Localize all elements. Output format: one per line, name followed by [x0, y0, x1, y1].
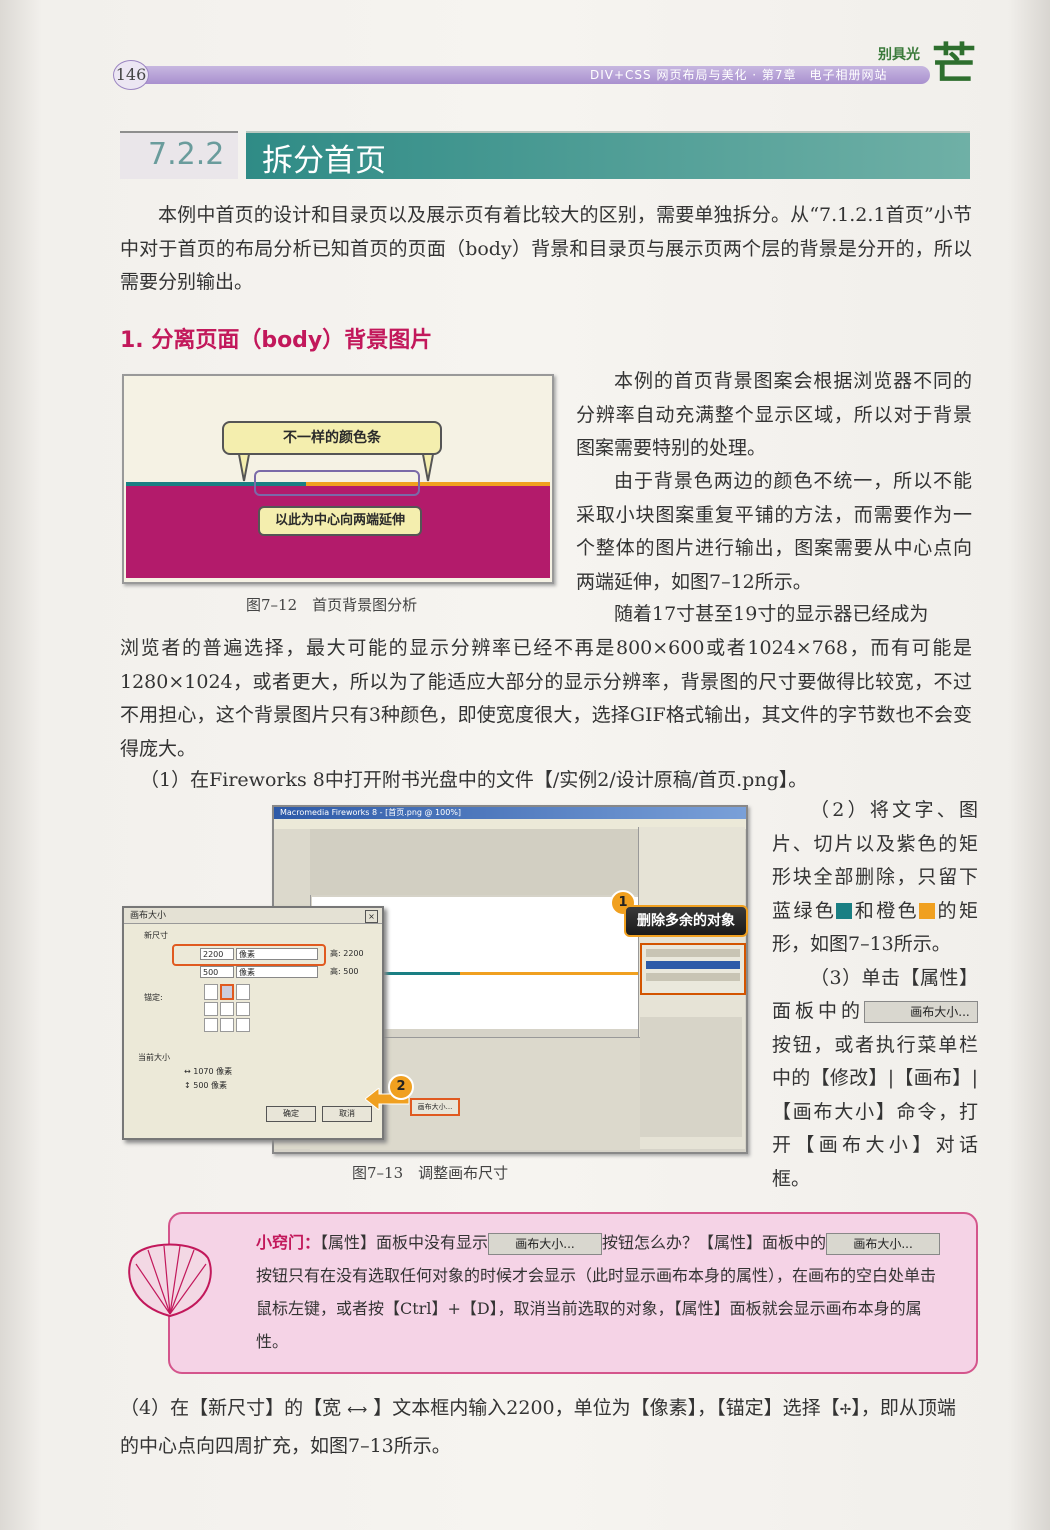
- canvas-size-button-small[interactable]: 画布大小...: [410, 1098, 460, 1116]
- canvas-size-button[interactable]: 画布大小...: [864, 1001, 978, 1023]
- current-width: ↔ 1070 像素: [184, 1067, 233, 1076]
- anchor-grid[interactable]: [204, 984, 252, 1032]
- step-2: （2）将文字、图片、切片以及紫色的矩形块全部删除，只留下蓝绿色 和橙色 的矩形，如图…: [772, 799, 978, 955]
- section-title: 拆分首页: [262, 143, 386, 179]
- canvas-orange-line: [460, 972, 640, 975]
- page-number: 146: [113, 60, 149, 90]
- close-icon[interactable]: ×: [365, 910, 378, 923]
- current-height: ↕ 500 像素: [184, 1081, 228, 1090]
- orange-swatch: [919, 902, 936, 919]
- tip-text: 小窍门：【属性】面板中没有显示 画布大小... 按钮怎么办？【属性】面板中的 画布大小…: [256, 1226, 946, 1358]
- brand-small-text: 别具光: [878, 47, 920, 63]
- layers-highlight: [640, 943, 746, 995]
- brand-big-text: 芒: [932, 39, 976, 90]
- document-area: [310, 829, 638, 895]
- width-unit-select[interactable]: 像素: [236, 948, 318, 960]
- section-number: 7.2.2: [148, 137, 225, 172]
- height-readout: 高: 2200: [330, 949, 364, 958]
- height-input[interactable]: 500: [200, 966, 234, 978]
- height-readout-2: 高: 500: [330, 967, 359, 976]
- right-paragraph-2: 由于背景色两边的颜色不统一，所以不能采取小块图案重复平铺的方法，而需要作为一个整…: [576, 470, 972, 593]
- new-size-label: 新尺寸: [144, 931, 168, 940]
- dialog-title: 画布大小: [124, 908, 382, 924]
- step-4: （4）在【新尺寸】的【宽 ⟷ 】文本框内输入2200，单位为【像素】，【锚定】选…: [120, 1390, 974, 1464]
- canvas-size-dialog: 画布大小 × 新尺寸 2200 像素 高: 2200 500 像素 高: 500…: [122, 906, 384, 1140]
- section-heading: 7.2.2 拆分首页: [120, 131, 970, 179]
- callout-2-badge: 2: [388, 1074, 414, 1100]
- width-input[interactable]: 2200: [200, 948, 234, 960]
- callout-delete-objects: 删除多余的对象: [624, 905, 748, 937]
- right-paragraph-3: 随着17寸甚至19寸的显示器已经成为: [614, 603, 929, 625]
- figure-12-caption: 图7–12 首页背景图分析: [246, 596, 418, 614]
- side-panels: [640, 1017, 742, 1137]
- teal-swatch: [836, 902, 853, 919]
- running-title: DIV+CSS 网页布局与美化 · 第7章 电子相册网站: [590, 68, 888, 82]
- figure-13-caption: 图7–13 调整画布尺寸: [352, 1164, 509, 1182]
- book-page: 146 DIV+CSS 网页布局与美化 · 第7章 电子相册网站 别具光 芒 7…: [0, 0, 1050, 1530]
- double-arrow-icon: ⟷: [347, 1402, 368, 1418]
- seashell-icon: [128, 1243, 212, 1318]
- canvas-teal-line: [374, 972, 460, 975]
- tip-canvas-size-button-2[interactable]: 画布大小...: [826, 1232, 941, 1255]
- bubble-extend-center: 以此为中心向两端延伸: [258, 506, 422, 536]
- subheading: 1. 分离页面（body）背景图片: [120, 328, 433, 353]
- resolution-paragraph: 浏览者的普遍选择，最大可能的显示分辨率已经不再是800×600或者1024×76…: [120, 637, 972, 760]
- tip-canvas-size-button-1[interactable]: 画布大小...: [488, 1232, 603, 1255]
- tip-box: 小窍门：【属性】面板中没有显示 画布大小... 按钮怎么办？【属性】面板中的 画布大小…: [168, 1212, 978, 1374]
- current-size-label: 当前大小: [138, 1053, 170, 1062]
- anchor-label: 锚定:: [144, 993, 163, 1002]
- figure-7-12: 不一样的颜色条 以此为中心向两端延伸: [122, 374, 554, 584]
- intro-paragraph: 本例中首页的设计和目录页以及展示页有着比较大的区别，需要单独拆分。从“7.1.2…: [120, 204, 972, 293]
- height-unit-select[interactable]: 像素: [236, 966, 318, 978]
- step-1: （1）在Fireworks 8中打开附书光盘中的文件【/实例2/设计原稿/首页.…: [140, 769, 808, 791]
- right-column-steps: （2）将文字、图片、切片以及紫色的矩形块全部删除，只留下蓝绿色 和橙色 的矩形，如图…: [772, 794, 978, 1196]
- anchor-icon: ✢: [839, 1402, 852, 1418]
- tip-label: 小窍门：: [256, 1233, 321, 1252]
- right-paragraph-1: 本例的首页背景图案会根据浏览器不同的分辨率自动充满整个显示区域，所以对于背景图案…: [576, 370, 972, 459]
- ok-button[interactable]: 确定: [266, 1106, 316, 1122]
- fireworks-titlebar: Macromedia Fireworks 8 - [首页.png @ 100%]: [274, 807, 746, 819]
- bubble-different-color: 不一样的颜色条: [222, 421, 442, 455]
- step-3: （3）单击【属性】面板中的 画布大小...按钮，或者执行菜单栏中的【修改】|【画布…: [772, 966, 978, 1190]
